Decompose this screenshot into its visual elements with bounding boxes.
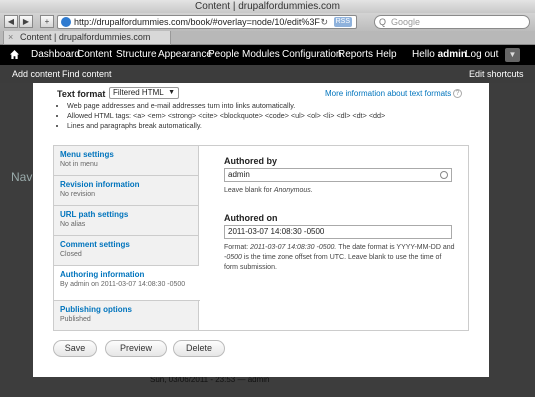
vtab-title[interactable]: Authoring information	[60, 270, 200, 279]
tip-item: Lines and paragraphs break automatically…	[67, 121, 385, 131]
tip-item: Web page addresses and e-mail addresses …	[67, 101, 385, 111]
vtab-summary: No alias	[60, 221, 86, 228]
vtab-title[interactable]: Publishing options	[60, 305, 199, 314]
authored-on-label: Authored on	[224, 213, 278, 223]
shortcut-find-content[interactable]: Find content	[62, 65, 112, 83]
authored-on-help-format: Format:	[224, 244, 249, 251]
shortcut-add-content[interactable]: Add content	[12, 65, 60, 83]
search-placeholder: Google	[391, 17, 421, 27]
browser-tab[interactable]: × Content | drupalfordummies.com	[3, 31, 171, 45]
vtab-revision-information[interactable]: Revision information No revision	[54, 176, 199, 206]
authored-on-value: 2011-03-07 14:08:30 -0500	[228, 227, 325, 236]
admin-menu-dashboard[interactable]: Dashboard	[31, 45, 80, 65]
vtab-summary: By admin on 2011-03-07 14:08:30 -0500	[60, 281, 186, 288]
vtab-summary: No revision	[60, 191, 96, 198]
authored-by-help: Leave blank for Anonymous.	[224, 186, 454, 196]
authored-on-help-em2: -0500	[224, 254, 242, 261]
text-format-select[interactable]: Filtered HTML ▼	[109, 87, 179, 99]
tab-strip: × Content | drupalfordummies.com	[0, 31, 535, 45]
vtab-publishing-options[interactable]: Publishing options Published	[54, 301, 199, 331]
vtab-menu-settings[interactable]: Menu settings Not in menu	[54, 146, 199, 176]
address-bar[interactable]: http://drupalfordummies.com/book/#overla…	[57, 15, 357, 29]
text-format-tips: Web page addresses and e-mail addresses …	[67, 101, 385, 131]
vtab-summary: Published	[60, 316, 91, 323]
shortcut-bar: Add content Find content Edit shortcuts	[0, 65, 535, 83]
authored-on-help-format-em: 2011-03-07 14:08:30 -0500.	[250, 244, 337, 251]
authored-by-input[interactable]: admin	[224, 168, 452, 182]
delete-button[interactable]: Delete	[173, 340, 225, 357]
authored-by-value: admin	[228, 170, 250, 179]
globe-icon	[61, 17, 71, 27]
vtab-title[interactable]: Comment settings	[60, 240, 199, 249]
vertical-tabs: Menu settings Not in menu Revision infor…	[53, 145, 469, 331]
tab-label: Content | drupalfordummies.com	[20, 32, 151, 42]
vtab-title[interactable]: Revision information	[60, 180, 199, 189]
home-icon[interactable]	[10, 50, 19, 59]
text-format-label: Text format	[57, 89, 106, 99]
shortcuts-toggle-button[interactable]: ▼	[505, 48, 520, 62]
admin-menu-help[interactable]: Help	[376, 45, 397, 65]
admin-menu-reports[interactable]: Reports	[338, 45, 373, 65]
refresh-icon[interactable]: ↻	[320, 16, 328, 28]
vtab-authoring-information[interactable]: Authoring information By admin on 2011-0…	[54, 266, 200, 301]
vertical-tab-list: Menu settings Not in menu Revision infor…	[54, 146, 200, 331]
close-tab-icon[interactable]: ×	[8, 31, 13, 44]
text-format-more-link[interactable]: More information about text formats	[325, 89, 451, 98]
vtab-summary: Not in menu	[60, 161, 98, 168]
save-button[interactable]: Save	[53, 340, 97, 357]
logout-link[interactable]: Log out	[465, 45, 498, 65]
background-nav-heading: Nav	[11, 170, 33, 184]
authored-on-input[interactable]: 2011-03-07 14:08:30 -0500	[224, 225, 452, 239]
authored-by-help-em: Anonymous.	[273, 187, 313, 194]
chevron-down-icon: ▼	[168, 89, 175, 96]
admin-toolbar: Dashboard Content Structure Appearance P…	[0, 45, 535, 65]
admin-menu-configuration[interactable]: Configuration	[282, 45, 341, 65]
add-bookmark-button[interactable]: +	[40, 15, 54, 28]
authored-by-help-prefix: Leave blank for	[224, 187, 272, 194]
preview-button[interactable]: Preview	[105, 340, 167, 357]
greeting-user[interactable]: admin	[438, 49, 467, 60]
vtab-summary: Closed	[60, 251, 82, 258]
greeting: Hello admin	[412, 45, 467, 65]
forward-button[interactable]: ▶	[19, 15, 33, 28]
greeting-prefix: Hello	[412, 49, 435, 60]
vtab-comment-settings[interactable]: Comment settings Closed	[54, 236, 199, 266]
search-icon: Q	[379, 17, 387, 27]
authored-on-help: Format: 2011-03-07 14:08:30 -0500. The d…	[224, 243, 456, 273]
search-field[interactable]: Q Google	[374, 15, 530, 29]
edit-shortcuts-link[interactable]: Edit shortcuts	[469, 65, 524, 83]
authored-on-help-3: is the time zone offset from UTC. Leave …	[224, 254, 442, 271]
tip-item: Allowed HTML tags: <a> <em> <strong> <ci…	[67, 111, 385, 121]
admin-menu-people[interactable]: People	[208, 45, 239, 65]
back-button[interactable]: ◀	[4, 15, 18, 28]
browser-toolbar: ◀ ▶ + http://drupalfordummies.com/book/#…	[0, 13, 535, 31]
autocomplete-icon	[440, 171, 448, 179]
authored-by-label: Authored by	[224, 156, 277, 166]
admin-menu-structure[interactable]: Structure	[116, 45, 157, 65]
window-title: Content | drupalfordummies.com	[0, 0, 535, 13]
admin-menu-modules[interactable]: Modules	[242, 45, 280, 65]
url-text: http://drupalfordummies.com/book/#overla…	[74, 17, 320, 27]
authored-on-help-2: The date format is YYYY-MM-DD and	[338, 244, 455, 251]
admin-menu-appearance[interactable]: Appearance	[158, 45, 212, 65]
admin-menu-content[interactable]: Content	[77, 45, 112, 65]
vtab-title[interactable]: URL path settings	[60, 210, 199, 219]
edit-overlay: Text format Filtered HTML ▼ More informa…	[33, 83, 489, 377]
vtab-title[interactable]: Menu settings	[60, 150, 199, 159]
vtab-url-path-settings[interactable]: URL path settings No alias	[54, 206, 199, 236]
help-icon[interactable]: ?	[453, 89, 462, 98]
text-format-value: Filtered HTML	[113, 88, 164, 97]
rss-badge[interactable]: RSS	[333, 17, 352, 27]
